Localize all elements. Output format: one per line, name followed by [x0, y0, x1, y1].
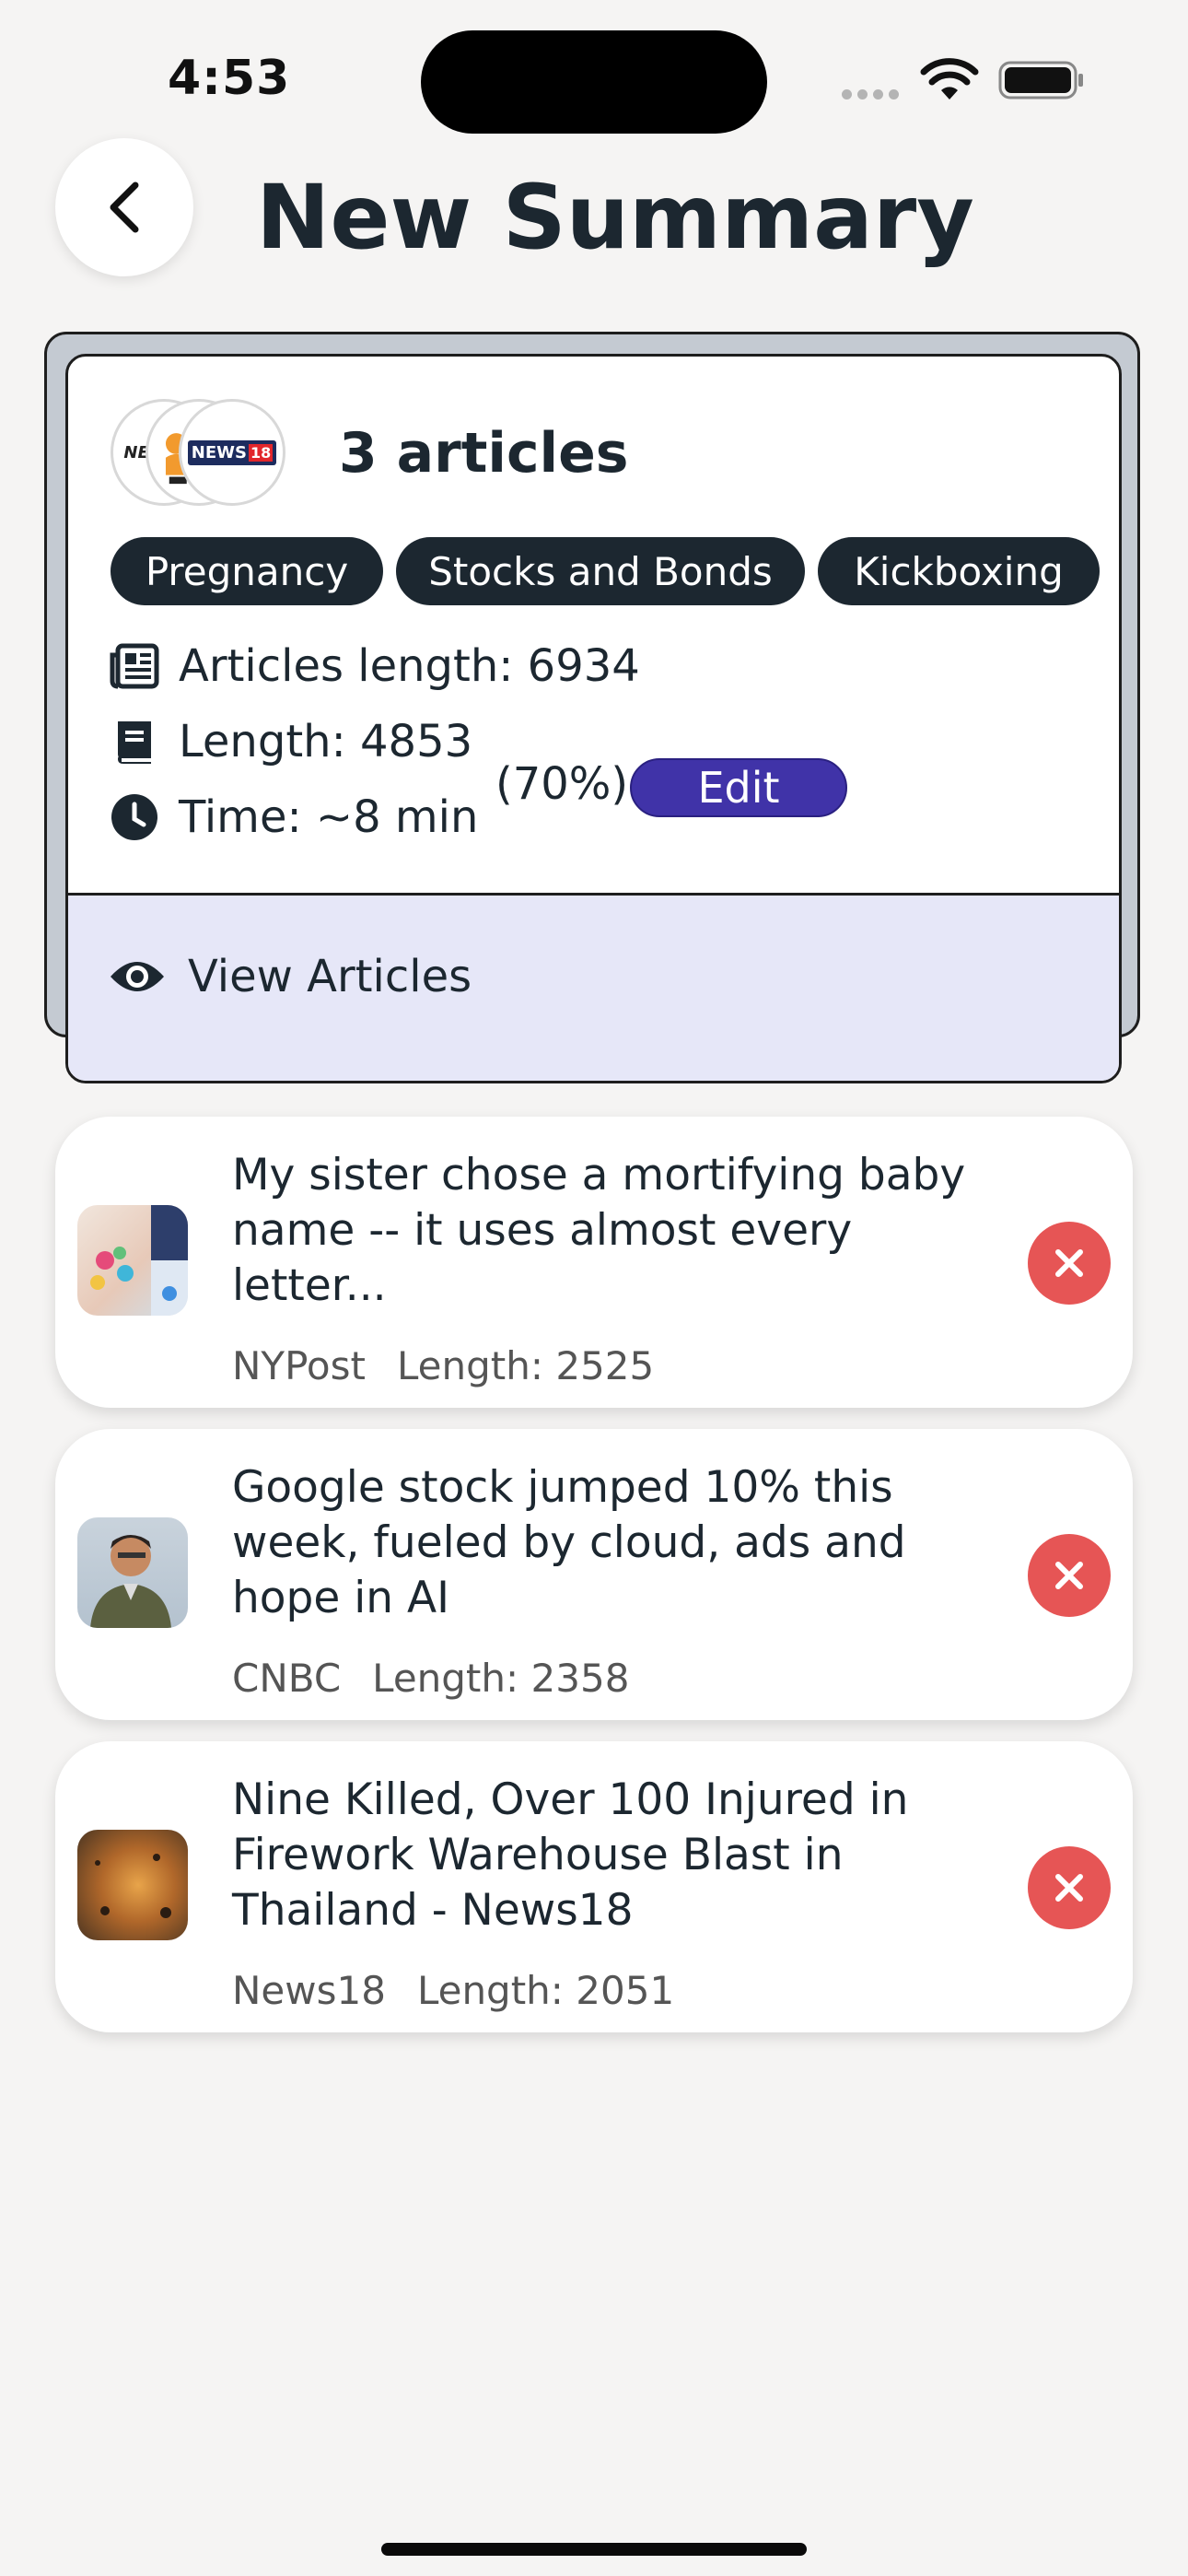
articles-length-row: Articles length: 6934 [109, 640, 640, 692]
article-thumbnail [77, 1517, 188, 1628]
tag-stocks-and-bonds[interactable]: Stocks and Bonds [396, 537, 805, 605]
remove-article-button[interactable] [1028, 1846, 1111, 1929]
article-meta: CNBC Length: 2358 [232, 1656, 629, 1701]
status-time: 4:53 [168, 51, 291, 106]
article-title: My sister chose a mortifying baby name -… [232, 1150, 966, 1311]
remove-article-button[interactable] [1028, 1534, 1111, 1617]
close-icon [1055, 1562, 1083, 1589]
article-length: Length: 2358 [372, 1656, 630, 1701]
article-title: Nine Killed, Over 100 Injured in Firewor… [232, 1774, 909, 1936]
article-meta: NYPost Length: 2525 [232, 1343, 654, 1388]
articles-length-text: Articles length: 6934 [179, 640, 640, 692]
article-thumbnail [77, 1205, 188, 1316]
news18-logo-badge: 18 [248, 443, 274, 462]
news18-logo-text: NEWS [191, 442, 247, 463]
remove-article-button[interactable] [1028, 1222, 1111, 1305]
article-thumbnail [77, 1830, 188, 1940]
close-icon [1055, 1249, 1083, 1277]
edit-button[interactable]: Edit [630, 758, 847, 817]
article-source: News18 [232, 1968, 386, 2013]
view-articles-button[interactable]: View Articles [68, 893, 1119, 1081]
signal-icon [842, 86, 904, 103]
time-row: Time: ~8 min [109, 791, 478, 843]
back-button[interactable] [55, 138, 193, 276]
article-title: Google stock jumped 10% this week, fuele… [232, 1462, 906, 1623]
source-logo-news18: NEWS 18 [179, 399, 285, 506]
chevron-left-icon [110, 181, 139, 233]
article-source: CNBC [232, 1656, 342, 1701]
article-item[interactable]: Google stock jumped 10% this week, fuele… [55, 1429, 1133, 1720]
length-row: Length: 4853 [109, 716, 472, 767]
article-length: Length: 2525 [396, 1343, 655, 1388]
summary-card: NEW NEWS 18 3 articles Pregnancy Stocks … [65, 354, 1122, 1083]
newspaper-icon [109, 640, 160, 692]
article-source: NYPost [232, 1343, 366, 1388]
article-item[interactable]: Nine Killed, Over 100 Injured in Firewor… [55, 1741, 1133, 2032]
close-icon [1055, 1874, 1083, 1902]
clock-icon [109, 791, 160, 843]
article-item[interactable]: My sister chose a mortifying baby name -… [55, 1117, 1133, 1408]
article-length: Length: 2051 [416, 1968, 675, 2013]
home-indicator [381, 2543, 807, 2556]
time-text: Time: ~8 min [179, 791, 479, 843]
length-percent: (70%) [495, 758, 629, 810]
article-meta: News18 Length: 2051 [232, 1968, 674, 2013]
eye-icon [111, 962, 164, 991]
length-text: Length: 4853 [179, 716, 473, 767]
tag-pregnancy[interactable]: Pregnancy [111, 537, 383, 605]
articles-count: 3 articles [339, 421, 629, 486]
view-articles-label: View Articles [188, 951, 472, 1002]
tag-kickboxing[interactable]: Kickboxing [818, 537, 1100, 605]
book-icon [109, 716, 160, 767]
battery-icon [998, 61, 1083, 100]
wifi-icon [920, 58, 979, 100]
dynamic-island [421, 30, 767, 134]
page-title: New Summary [256, 166, 974, 269]
